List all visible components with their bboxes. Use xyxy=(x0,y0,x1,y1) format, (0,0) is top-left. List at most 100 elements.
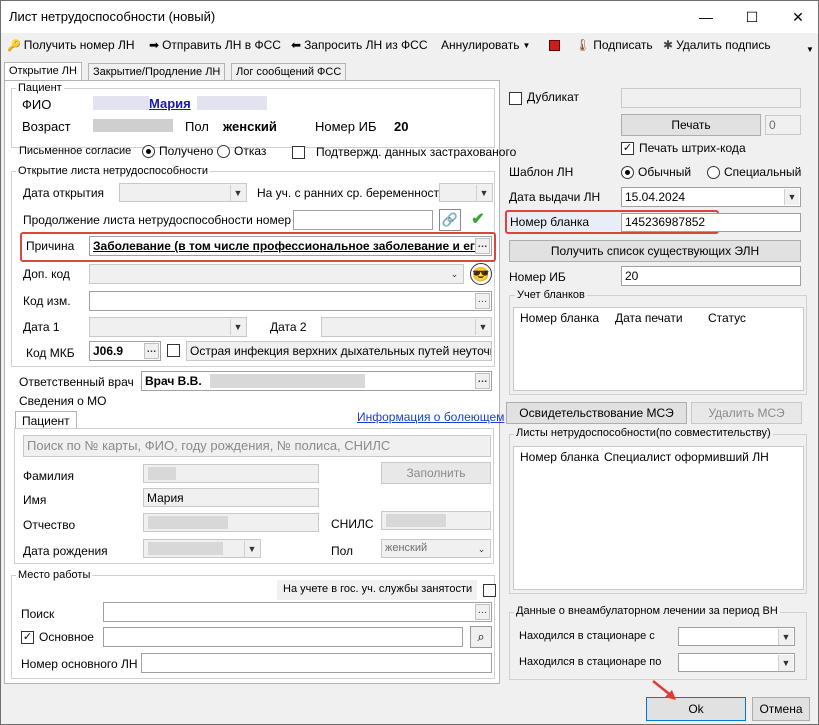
get-ln-number-button[interactable]: 🔑 Получить номер ЛН xyxy=(7,36,135,54)
pregnancy-select[interactable]: ▼ xyxy=(439,183,493,202)
ellipsis-button[interactable]: … xyxy=(475,293,490,309)
patient-info-link[interactable]: Информация о болеющем xyxy=(357,410,504,424)
fio-blurred-2 xyxy=(197,96,267,110)
continuation-number-field[interactable] xyxy=(293,210,433,230)
minimize-button[interactable]: — xyxy=(691,5,721,29)
last-name-field[interactable] xyxy=(143,464,319,483)
right-ib-field[interactable]: 20 xyxy=(621,266,801,286)
template-special-radio[interactable] xyxy=(707,166,720,179)
age-label: Возраст xyxy=(22,119,71,134)
consent-refusal-label: Отказ xyxy=(234,144,267,158)
blank-number-field[interactable]: 145236987852 xyxy=(621,213,801,232)
work-legend: Место работы xyxy=(16,569,93,581)
patronymic-field[interactable] xyxy=(143,513,319,532)
ellipsis-button[interactable]: … xyxy=(475,604,490,620)
employment-checkbox[interactable] xyxy=(483,584,496,597)
last-name-label: Фамилия xyxy=(23,469,74,483)
mo-sex-label: Пол xyxy=(331,544,354,558)
duplicate-field[interactable] xyxy=(621,88,801,108)
annul-button[interactable]: Аннулировать ▼ xyxy=(441,36,530,54)
main-ln-label: Номер основного ЛН xyxy=(21,657,138,671)
ellipsis-button[interactable]: … xyxy=(144,343,159,359)
reason-field[interactable]: Заболевание (в том числе профессионально… xyxy=(89,236,492,256)
tab-fss-log[interactable]: Лог сообщений ФСС xyxy=(231,63,347,81)
chevron-down-icon[interactable]: ▼ xyxy=(230,319,245,335)
print-count-field[interactable]: 0 xyxy=(765,115,801,135)
open-date-field[interactable]: ▼ xyxy=(119,183,247,202)
template-normal-radio[interactable] xyxy=(621,166,634,179)
duplicate-checkbox[interactable] xyxy=(509,92,522,105)
date2-field[interactable]: ▼ xyxy=(321,317,492,337)
change-code-field[interactable]: … xyxy=(89,291,492,311)
doctor-blurred xyxy=(210,374,365,388)
mkb-checkbox[interactable] xyxy=(167,344,180,357)
chevron-down-icon[interactable]: ▼ xyxy=(230,185,245,201)
doctor-field[interactable]: Врач В.В.… xyxy=(141,371,492,391)
close-button[interactable]: ✕ xyxy=(783,5,813,29)
chevron-down-icon[interactable]: ▼ xyxy=(784,189,799,205)
sex-label: Пол xyxy=(185,119,209,134)
confirm-insured-checkbox[interactable] xyxy=(292,146,305,159)
open-date-label: Дата открытия xyxy=(23,186,105,200)
tab-mo-patient[interactable]: Пациент xyxy=(15,411,77,429)
work-search-field[interactable]: … xyxy=(103,602,492,622)
checkmark-icon[interactable]: ✔ xyxy=(466,209,490,231)
link-icon[interactable]: 🔗 xyxy=(439,209,461,231)
tab-opening[interactable]: Открытие ЛН xyxy=(4,62,82,81)
hospital-from-field[interactable]: ▼ xyxy=(678,627,795,646)
tab-closing[interactable]: Закрытие/Продление ЛН xyxy=(88,63,226,81)
remove-sign-button[interactable]: ✱ Удалить подпись xyxy=(663,36,771,54)
blanks-table[interactable]: Номер бланка Дата печати Статус xyxy=(513,307,804,391)
blanks-col-status[interactable]: Статус xyxy=(704,308,750,328)
chevron-down-icon[interactable]: ▼ xyxy=(778,629,793,645)
chevron-down-icon[interactable]: ▼ xyxy=(475,319,490,335)
search-icon[interactable]: ⌕ xyxy=(470,626,492,648)
mo-sex-select[interactable]: женский ⌄ xyxy=(381,539,491,558)
patient-search-input[interactable]: Поиск по № карты, ФИО, году рождения, № … xyxy=(23,435,491,457)
combined-table[interactable]: Номер бланка Специалист оформивший ЛН xyxy=(513,446,804,590)
blanks-col-date[interactable]: Дата печати xyxy=(611,308,687,328)
mkb-code-field[interactable]: J06.9… xyxy=(89,341,161,361)
barcode-checkbox[interactable]: ✓ xyxy=(621,142,634,155)
issue-date-field[interactable]: 15.04.2024 ▼ xyxy=(621,187,801,207)
main-work-field[interactable] xyxy=(103,627,463,647)
request-ln-button[interactable]: ⬅ Запросить ЛН из ФСС xyxy=(291,36,427,54)
date1-field[interactable]: ▼ xyxy=(89,317,247,337)
consent-refusal-radio[interactable] xyxy=(217,145,230,158)
chevron-down-icon[interactable]: ▼ xyxy=(778,655,793,671)
stop-button[interactable] xyxy=(549,36,560,54)
main-ln-field[interactable] xyxy=(141,653,492,673)
cancel-button[interactable]: Отмена xyxy=(752,697,810,721)
combined-col-specialist[interactable]: Специалист оформивший ЛН xyxy=(600,447,773,467)
snils-field[interactable] xyxy=(381,511,491,530)
mse-button[interactable]: Освидетельствование МСЭ xyxy=(506,402,687,424)
chevron-down-icon[interactable]: ▼ xyxy=(244,541,259,557)
main-work-checkbox[interactable]: ✓ xyxy=(21,631,34,644)
send-ln-button[interactable]: ➡ Отправить ЛН в ФСС xyxy=(149,36,281,54)
chevron-down-icon[interactable]: ▼ xyxy=(476,185,491,201)
delete-mse-button[interactable]: Удалить МСЭ xyxy=(691,402,802,424)
consent-received-radio[interactable] xyxy=(142,145,155,158)
consent-received-label: Получено xyxy=(159,144,214,158)
first-name-field[interactable]: Мария xyxy=(143,488,319,507)
get-existing-eln-button[interactable]: Получить список существующих ЭЛН xyxy=(509,240,801,262)
change-code-label: Код изм. xyxy=(23,294,71,308)
blanks-col-number[interactable]: Номер бланка xyxy=(516,308,603,328)
hospital-to-field[interactable]: ▼ xyxy=(678,653,795,672)
pointer-arrow-icon xyxy=(652,680,676,700)
birth-date-field[interactable]: ▼ xyxy=(143,539,261,558)
chevron-down-icon[interactable]: ⌄ xyxy=(474,541,489,557)
duplicate-label: Дубликат xyxy=(527,90,579,104)
chevron-down-icon[interactable]: ⌄ xyxy=(447,266,462,282)
maximize-button[interactable]: ☐ xyxy=(737,5,767,29)
glasses-icon[interactable]: 😎 xyxy=(470,263,492,285)
fill-button[interactable]: Заполнить xyxy=(381,462,491,484)
fio-value[interactable]: Мария xyxy=(149,96,191,111)
combined-col-number[interactable]: Номер бланка xyxy=(516,447,603,467)
ellipsis-button[interactable]: … xyxy=(475,238,490,254)
toolbar-overflow-icon[interactable]: ▼ xyxy=(806,45,814,54)
dop-code-select[interactable]: ⌄ xyxy=(89,264,464,284)
ellipsis-button[interactable]: … xyxy=(475,373,490,389)
sign-button[interactable]: 🌡 Подписать xyxy=(575,36,653,54)
print-button[interactable]: Печать xyxy=(621,114,761,136)
